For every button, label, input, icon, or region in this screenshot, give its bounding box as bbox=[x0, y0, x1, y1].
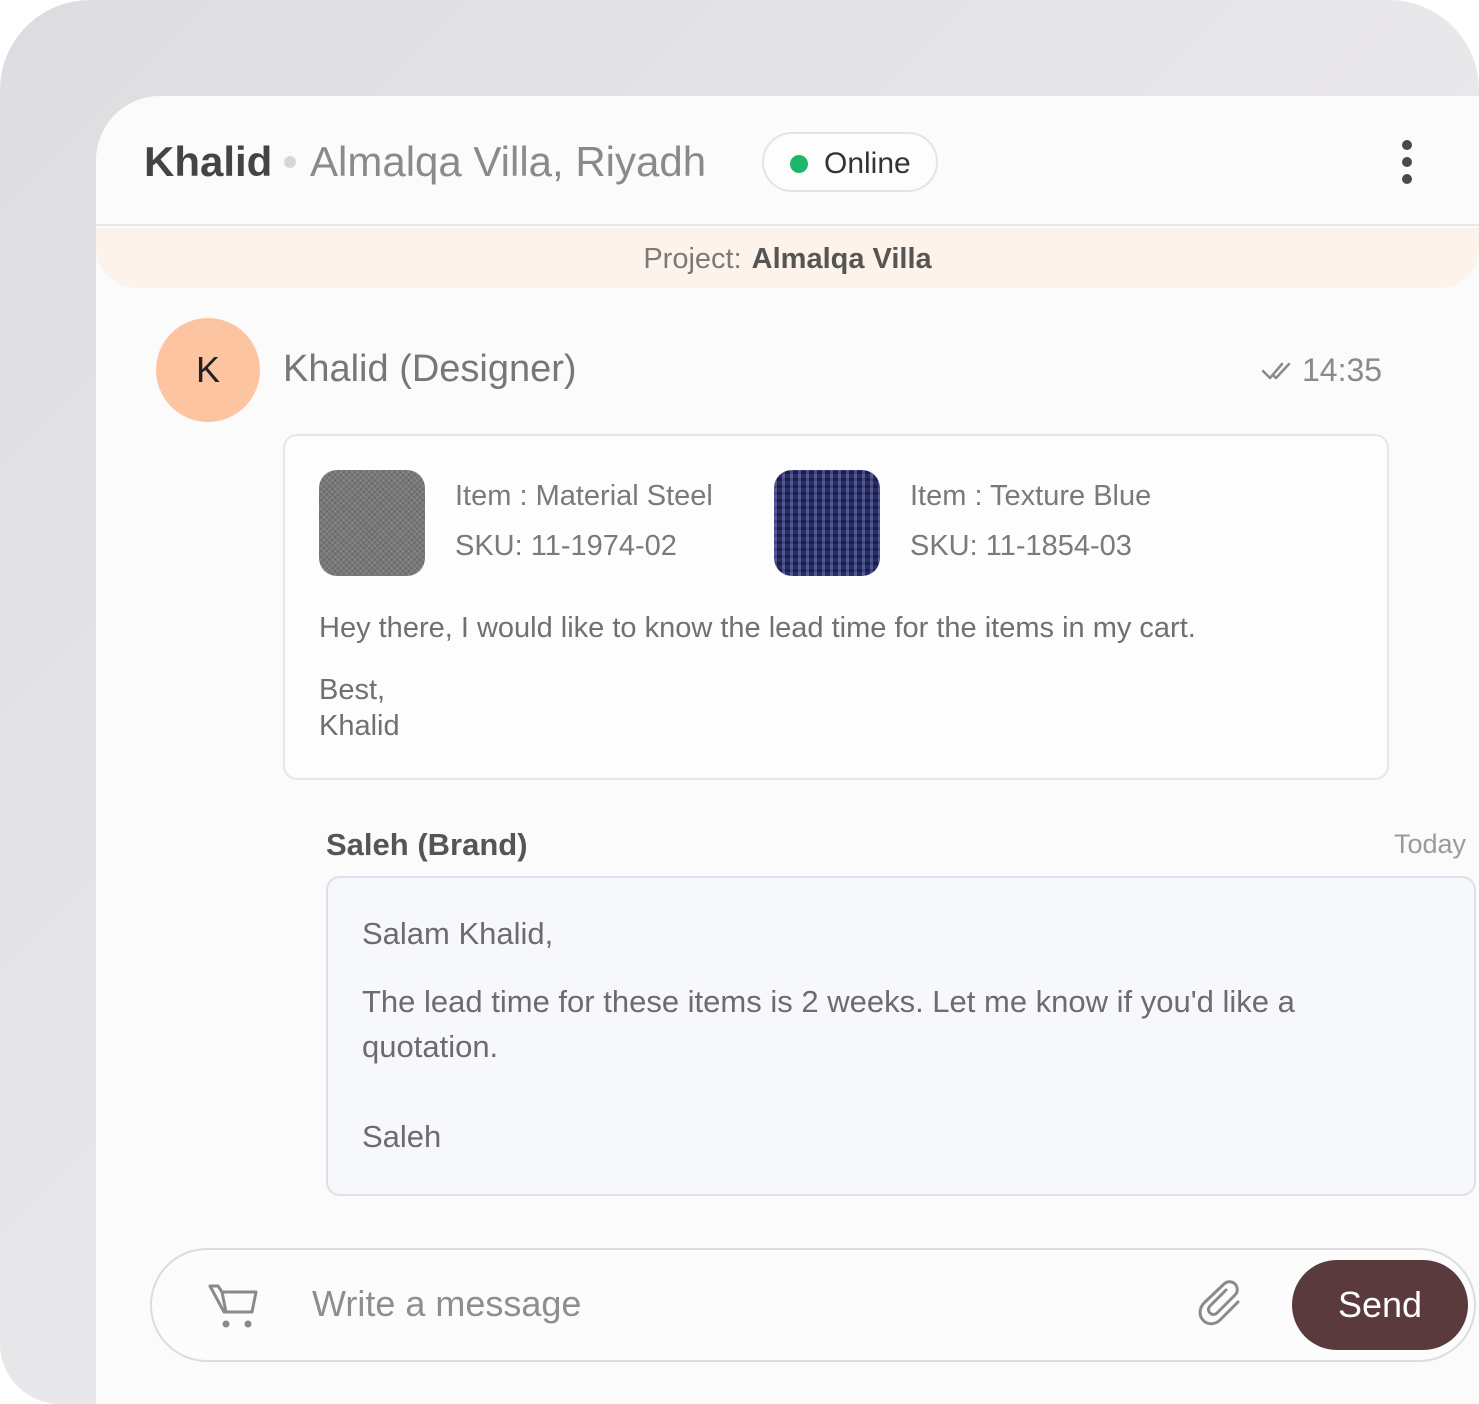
message-timestamp: 14:35 bbox=[1262, 352, 1392, 392]
kebab-menu-icon bbox=[1402, 140, 1412, 150]
contact-location: Almalqa Villa, Riyadh bbox=[310, 138, 707, 185]
message-composer: Send bbox=[150, 1248, 1476, 1362]
item-name: Item : Texture Blue bbox=[910, 480, 1152, 512]
project-name: Almalqa Villa bbox=[751, 243, 932, 275]
item-sku: SKU: 11-1974-02 bbox=[455, 530, 677, 562]
project-label: Project: bbox=[643, 243, 742, 275]
contact-name: Khalid bbox=[144, 138, 273, 185]
paperclip-icon[interactable] bbox=[1198, 1280, 1248, 1332]
more-options-button[interactable] bbox=[1386, 140, 1428, 184]
message-body-line: quotation. bbox=[362, 1029, 499, 1064]
message-signoff: Best, bbox=[319, 674, 386, 706]
app-background: Khalid Almalqa Villa, Riyadh Online Proj… bbox=[0, 0, 1479, 1404]
message-body: Hey there, I would like to know the lead… bbox=[319, 612, 1196, 644]
message-input[interactable] bbox=[312, 1274, 1172, 1334]
message-body-line: The lead time for these items is 2 weeks… bbox=[362, 984, 1295, 1019]
chat-panel: Khalid Almalqa Villa, Riyadh Online Proj… bbox=[96, 96, 1479, 1404]
message-signature: Saleh bbox=[362, 1119, 442, 1154]
message-bubble: Item : Material Steel SKU: 11-1974-02 It… bbox=[283, 434, 1389, 780]
message-signature: Khalid bbox=[319, 710, 400, 742]
cart-icon[interactable] bbox=[208, 1282, 260, 1330]
item-name: Item : Material Steel bbox=[455, 480, 713, 512]
product-thumbnail-blue[interactable] bbox=[774, 470, 880, 576]
double-check-icon bbox=[1262, 362, 1291, 380]
kebab-dot bbox=[1402, 174, 1412, 184]
status-badge: Online bbox=[762, 132, 938, 192]
item-sku: SKU: 11-1854-03 bbox=[910, 530, 1132, 562]
project-banner: Project: Almalqa Villa bbox=[96, 228, 1479, 288]
product-thumbnail-steel[interactable] bbox=[319, 470, 425, 576]
chat-header: Khalid Almalqa Villa, Riyadh Online bbox=[96, 96, 1479, 226]
message-bubble: Salam Khalid, The lead time for these it… bbox=[326, 876, 1476, 1196]
message-sender: Saleh (Brand) bbox=[326, 827, 528, 862]
separator-dot bbox=[284, 156, 296, 168]
message-timestamp: Today bbox=[1394, 829, 1467, 859]
kebab-dot bbox=[1402, 157, 1412, 167]
send-button[interactable]: Send bbox=[1292, 1260, 1468, 1350]
avatar: K bbox=[156, 318, 260, 422]
online-status-icon bbox=[790, 155, 808, 173]
status-label: Online bbox=[824, 147, 911, 180]
message-greeting: Salam Khalid, bbox=[362, 916, 554, 951]
message-time: 14:35 bbox=[1302, 352, 1383, 388]
message-sender: Khalid (Designer) bbox=[283, 348, 577, 390]
